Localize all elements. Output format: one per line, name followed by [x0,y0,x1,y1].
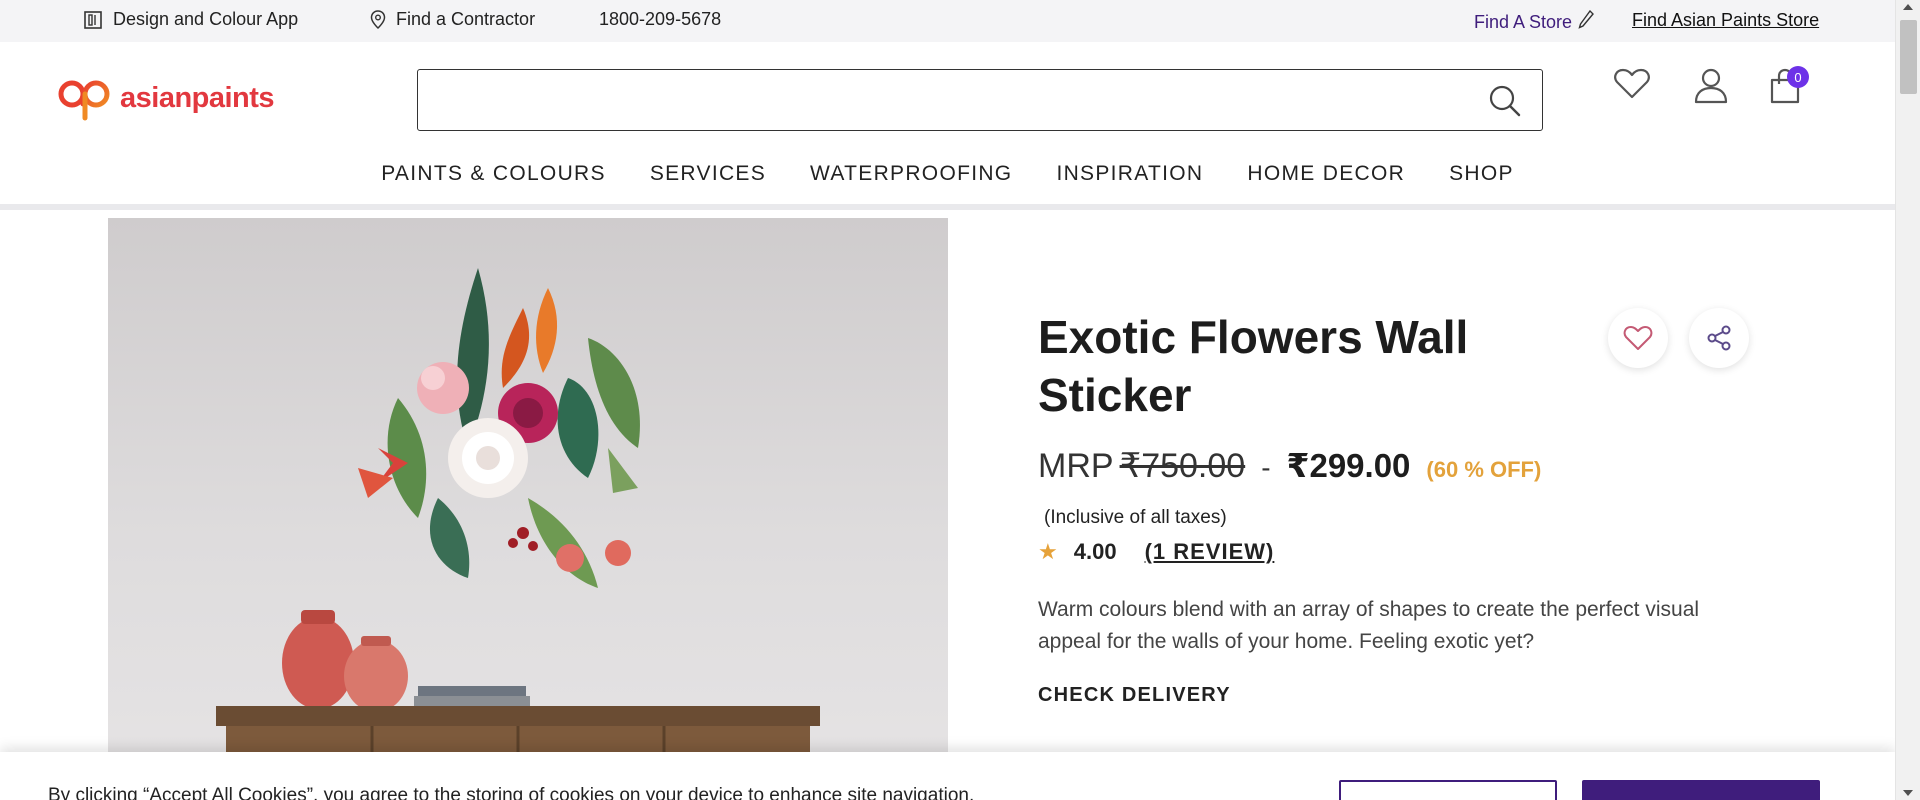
site-header: asianpaints 0 PAINTS & COLOURS SERVICES … [0,42,1895,210]
rating-value: 4.00 [1073,539,1117,564]
tax-note: (Inclusive of all taxes) [1044,507,1227,528]
price-separator: - [1261,452,1271,483]
price-row: MRP ₹750.00 - ₹299.00 (60 % OFF) [1038,446,1541,486]
user-icon[interactable] [1694,68,1728,109]
cookie-text: By clicking “Accept All Cookies”, you ag… [48,785,975,800]
accept-all-cookies-button[interactable] [1582,780,1820,800]
product-photo-illustration [216,268,820,800]
nav-item-home-decor[interactable]: HOME DECOR [1225,162,1427,186]
find-contractor-link[interactable]: Find a Contractor [370,9,535,30]
mrp-label: MRP [1038,447,1114,485]
cart-count-badge: 0 [1787,66,1809,88]
nav-item-paints-colours[interactable]: PAINTS & COLOURS [359,162,628,186]
scroll-up-arrow-icon[interactable] [1903,4,1913,10]
utility-bar: Design and Colour App Find a Contractor … [0,0,1895,42]
cookie-settings-button[interactable] [1339,780,1557,800]
check-delivery-heading[interactable]: CHECK DELIVERY [1038,684,1231,707]
nav-item-services[interactable]: SERVICES [628,162,788,186]
location-pin-icon [370,9,386,30]
logo-mark-icon [58,80,110,121]
scroll-thumb[interactable] [1900,20,1917,94]
phone-label: 1800-209-5678 [599,9,722,29]
product-title: Exotic Flowers Wall Sticker [1038,311,1469,421]
star-icon: ★ [1038,539,1058,564]
pencil-icon [1578,9,1595,35]
cookie-banner: By clicking “Accept All Cookies”, you ag… [0,752,1895,800]
building-icon [83,10,103,30]
asianpaints-logo[interactable]: asianpaints [58,74,275,122]
search-icon[interactable] [1488,84,1522,123]
rating-row: ★ 4.00 (1 REVIEW) [1038,539,1274,565]
page-scrollbar[interactable] [1895,0,1920,800]
mrp-value: ₹750.00 [1119,447,1246,485]
find-asian-paints-store-link[interactable]: Find Asian Paints Store [1632,10,1819,31]
scroll-down-arrow-icon[interactable] [1903,790,1913,796]
phone-number[interactable]: 1800-209-5678 [599,9,721,30]
page: Design and Colour App Find a Contractor … [0,0,1920,800]
nav-item-shop[interactable]: SHOP [1427,162,1536,186]
find-a-store-link[interactable]: Find A Store [1474,9,1595,35]
nav-item-inspiration[interactable]: INSPIRATION [1034,162,1225,186]
find-contractor-label: Find a Contractor [396,9,536,29]
share-button[interactable] [1689,308,1749,368]
nav-item-waterproofing[interactable]: WATERPROOFING [788,162,1034,186]
product-description: Warm colours blend with an array of shap… [1038,598,1700,653]
reviews-link[interactable]: (1 REVIEW) [1145,539,1275,565]
main-nav: PAINTS & COLOURS SERVICES WATERPROOFING … [0,162,1895,186]
search-box[interactable] [417,69,1543,131]
wishlist-heart-icon[interactable] [1614,68,1650,105]
product-image[interactable] [108,218,948,800]
discount-badge: (60 % OFF) [1426,457,1542,482]
add-to-wishlist-button[interactable] [1608,308,1668,368]
logo-text: asianpaints [120,81,275,114]
sale-price: ₹299.00 [1286,447,1411,484]
share-icon [1707,325,1731,351]
design-app-link[interactable]: Design and Colour App [83,9,298,30]
heart-icon [1623,326,1653,350]
find-a-store-label: Find A Store [1474,12,1573,32]
design-app-label: Design and Colour App [113,9,299,29]
search-input[interactable] [428,78,1468,122]
